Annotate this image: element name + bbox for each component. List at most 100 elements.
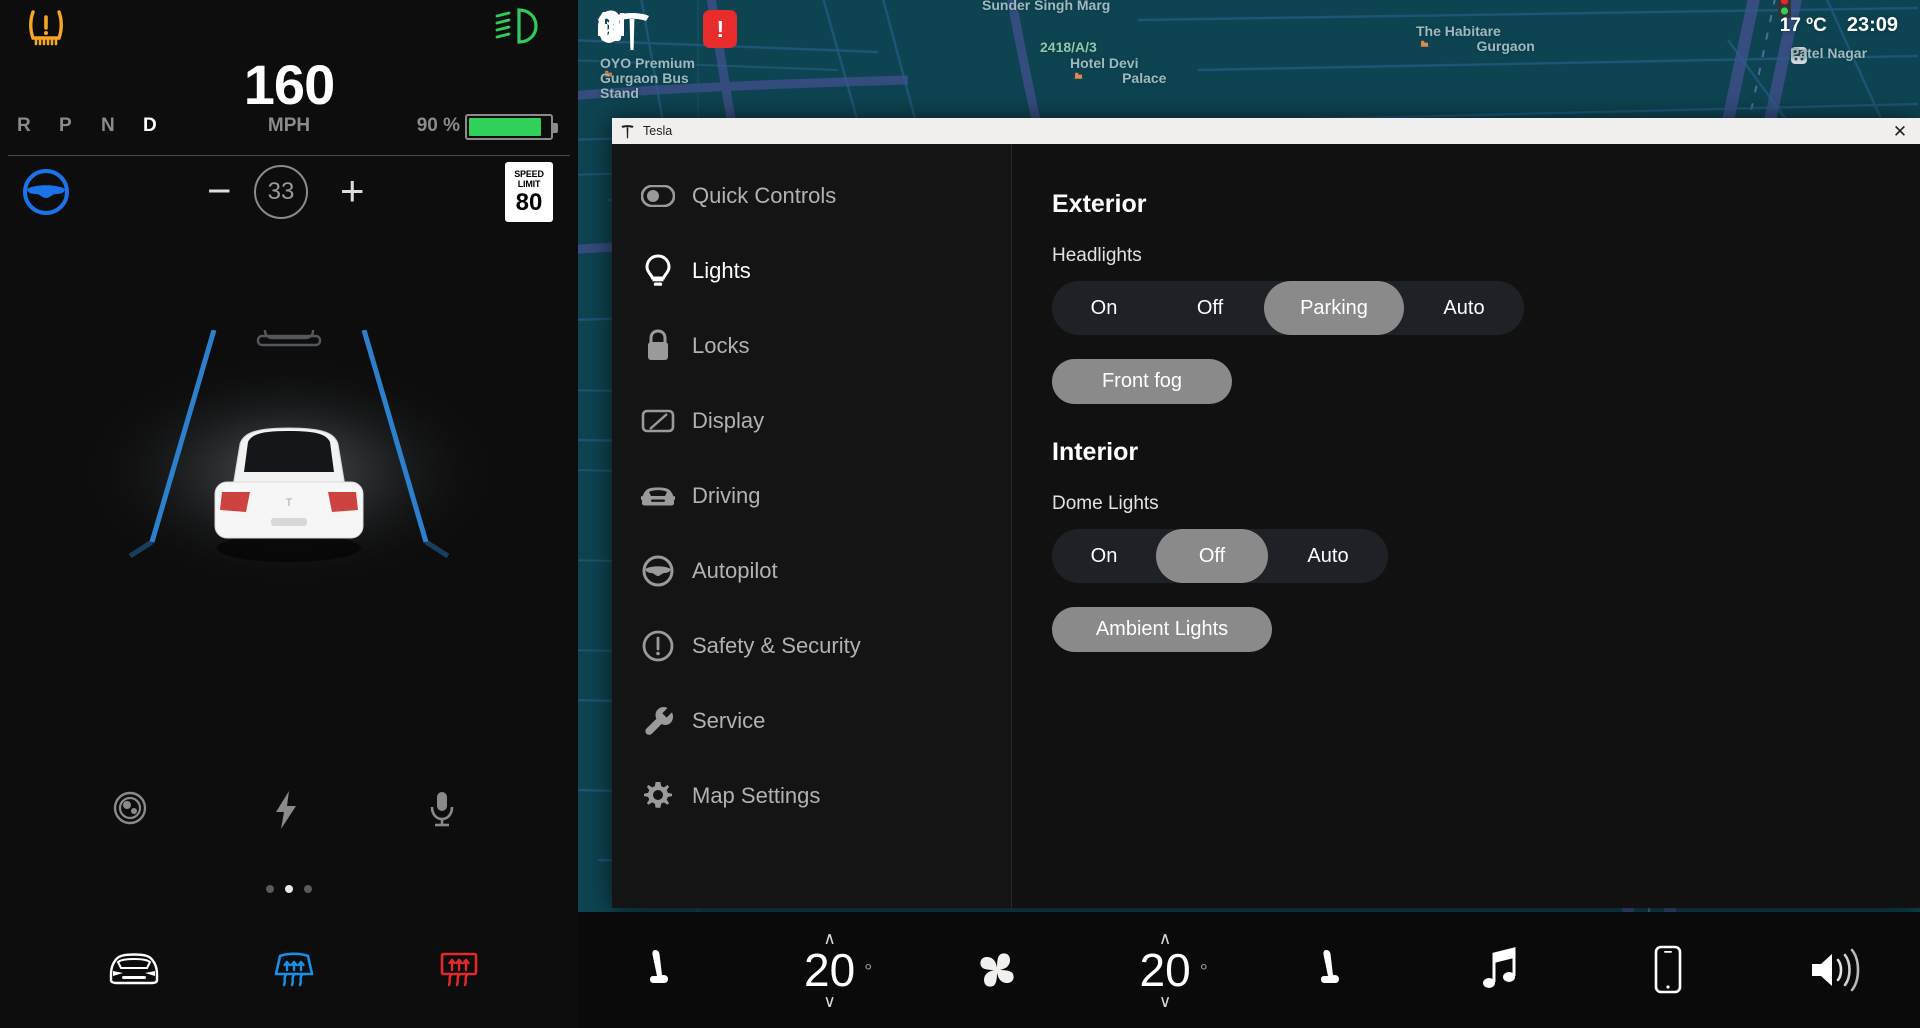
hotel-bed-icon bbox=[1420, 40, 1429, 47]
sidebar-item-autopilot[interactable]: Autopilot bbox=[612, 533, 1011, 608]
low-beam-headlight-icon bbox=[495, 8, 539, 49]
chevron-down-icon[interactable]: ∨ bbox=[1159, 993, 1171, 1010]
passenger-temperature-stepper[interactable]: ∧ 20 ° ∨ bbox=[1081, 930, 1249, 1010]
map-poi-oyo[interactable]: OYO Premium Gurgaon Bus Stand bbox=[600, 56, 695, 101]
dialog-titlebar: Tesla ✕ bbox=[612, 118, 1920, 144]
cruise-increase-button[interactable]: + bbox=[340, 170, 365, 212]
wrench-icon bbox=[632, 705, 684, 737]
sidebar-item-label: Lights bbox=[692, 257, 751, 283]
dome-lights-option-on[interactable]: On bbox=[1052, 529, 1156, 583]
speed-limit-sign: SPEED LIMIT 80 bbox=[505, 162, 553, 222]
chevron-down-icon[interactable]: ∨ bbox=[823, 993, 835, 1010]
map-label: Stand bbox=[600, 85, 639, 101]
speed-limit-line2: LIMIT bbox=[517, 178, 541, 189]
map-poi-patel-nagar[interactable]: Patel Nagar bbox=[1790, 45, 1868, 64]
tesla-logo-icon[interactable] bbox=[612, 10, 652, 52]
passenger-seat-heater-icon[interactable] bbox=[1249, 946, 1417, 994]
microphone-icon[interactable] bbox=[428, 790, 456, 835]
battery-fill bbox=[469, 118, 541, 136]
headlights-option-on[interactable]: On bbox=[1052, 281, 1156, 335]
alert-exclamation-icon[interactable]: ! bbox=[703, 10, 738, 48]
phone-icon[interactable] bbox=[1585, 945, 1753, 995]
car-front-icon[interactable] bbox=[105, 948, 163, 995]
speed-limit-line1: SPEED bbox=[514, 168, 544, 179]
map-poi-habitare[interactable]: The Habitare Gurgaon bbox=[1416, 23, 1535, 54]
ambient-lights-button[interactable]: Ambient Lights bbox=[1052, 607, 1272, 652]
tesla-touchscreen: 160 R P N D MPH 90 % − 33 + SPEED LIMIT … bbox=[0, 0, 1920, 1028]
map-label: Gurgaon bbox=[1476, 38, 1535, 54]
hotel-bed-icon bbox=[1074, 72, 1083, 79]
map-label: Gurgaon Bus bbox=[600, 70, 689, 86]
settings-content: Exterior Headlights On Off Parking Auto … bbox=[1012, 144, 1920, 908]
map-label: Hotel Devi bbox=[1070, 55, 1139, 71]
cluster-bottom-bar bbox=[0, 918, 578, 1028]
driver-temperature-stepper[interactable]: ∧ 20 ° ∨ bbox=[746, 930, 914, 1010]
section-title-exterior: Exterior bbox=[1052, 190, 1147, 218]
car-visualization: T bbox=[0, 318, 578, 670]
media-music-icon[interactable] bbox=[1417, 946, 1585, 994]
steering-wheel-icon bbox=[632, 555, 684, 587]
front-fog-button[interactable]: Front fog bbox=[1052, 359, 1232, 404]
page-dot-1[interactable] bbox=[266, 885, 274, 893]
fan-icon[interactable] bbox=[914, 945, 1082, 995]
speed-limit-value: 80 bbox=[515, 188, 543, 216]
driver-temperature-value: 20 ° bbox=[804, 944, 873, 996]
clock: 23:09 bbox=[1846, 14, 1898, 36]
battery-percent-label: 90 % bbox=[416, 115, 460, 136]
sidebar-item-label: Driving bbox=[692, 482, 761, 508]
exclamation-circle-icon bbox=[632, 630, 684, 662]
climate-app-bar: ∧ 20 ° ∨ ∧ 20 ° ∨ bbox=[578, 912, 1920, 1028]
sidebar-item-display[interactable]: Display bbox=[612, 383, 1011, 458]
headlights-option-auto[interactable]: Auto bbox=[1404, 281, 1524, 335]
sidebar-item-label: Safety & Security bbox=[692, 632, 861, 658]
degree-symbol: ° bbox=[1199, 961, 1208, 983]
dome-lights-option-off[interactable]: Off bbox=[1156, 529, 1268, 583]
sidebar-item-lights[interactable]: Lights bbox=[612, 233, 1011, 308]
page-dot-3[interactable] bbox=[304, 885, 312, 893]
svg-text:T: T bbox=[286, 497, 293, 509]
volume-icon[interactable] bbox=[1752, 947, 1920, 993]
dome-lights-option-auto[interactable]: Auto bbox=[1268, 529, 1388, 583]
car-front-icon bbox=[632, 483, 684, 509]
rear-defrost-icon[interactable] bbox=[435, 948, 483, 995]
tesla-logo-icon bbox=[621, 124, 634, 138]
headlights-option-off[interactable]: Off bbox=[1156, 281, 1264, 335]
settings-sidebar: Quick Controls Lights Locks Display Driv… bbox=[612, 144, 1012, 908]
lightbulb-icon bbox=[632, 253, 684, 288]
status-bar-right: 17 ºC 23:09 bbox=[1780, 14, 1898, 37]
cluster-quick-actions bbox=[0, 790, 578, 850]
dialog-title: Tesla bbox=[643, 124, 673, 138]
map-label: 2418/A/3 bbox=[1040, 39, 1097, 55]
display-screen-icon bbox=[632, 408, 684, 434]
map-label: OYO Premium bbox=[600, 55, 695, 71]
sidebar-item-label: Quick Controls bbox=[692, 182, 837, 208]
cruise-decrease-button[interactable]: − bbox=[207, 170, 232, 212]
front-defrost-icon[interactable] bbox=[270, 948, 318, 995]
field-label-dome-lights: Dome Lights bbox=[1052, 493, 1159, 514]
map-poi-hotel-devi[interactable]: Hotel Devi Palace bbox=[1070, 55, 1166, 86]
cluster-divider bbox=[8, 155, 570, 156]
map-label: Palace bbox=[1122, 70, 1167, 86]
driver-seat-heater-icon[interactable] bbox=[578, 946, 746, 994]
sidebar-item-locks[interactable]: Locks bbox=[612, 308, 1011, 383]
close-icon[interactable]: ✕ bbox=[1890, 121, 1910, 141]
sidebar-item-safety-security[interactable]: Safety & Security bbox=[612, 608, 1011, 683]
page-dot-2[interactable] bbox=[285, 885, 293, 893]
sidebar-item-service[interactable]: Service bbox=[612, 683, 1011, 758]
camera-icon[interactable] bbox=[112, 790, 148, 831]
cruise-speed-value[interactable]: 33 bbox=[254, 165, 308, 219]
dome-lights-segmented-control: On Off Auto bbox=[1052, 529, 1388, 583]
dialog-body: Quick Controls Lights Locks Display Driv… bbox=[612, 144, 1920, 908]
map-label: Patel Nagar bbox=[1790, 45, 1868, 61]
map-label: The Habitare bbox=[1416, 23, 1501, 39]
instrument-cluster: 160 R P N D MPH 90 % − 33 + SPEED LIMIT … bbox=[0, 0, 578, 1028]
sidebar-item-map-settings[interactable]: Map Settings bbox=[612, 758, 1011, 833]
headlights-option-parking[interactable]: Parking bbox=[1264, 281, 1404, 335]
sidebar-item-label: Service bbox=[692, 707, 766, 733]
lightning-bolt-icon[interactable] bbox=[272, 790, 300, 835]
sidebar-item-quick-controls[interactable]: Quick Controls bbox=[612, 158, 1011, 233]
steering-wheel-icon[interactable] bbox=[22, 168, 70, 221]
sidebar-item-driving[interactable]: Driving bbox=[612, 458, 1011, 533]
map-label: Sunder Singh Marg bbox=[982, 0, 1111, 13]
cluster-page-indicator bbox=[0, 885, 578, 893]
